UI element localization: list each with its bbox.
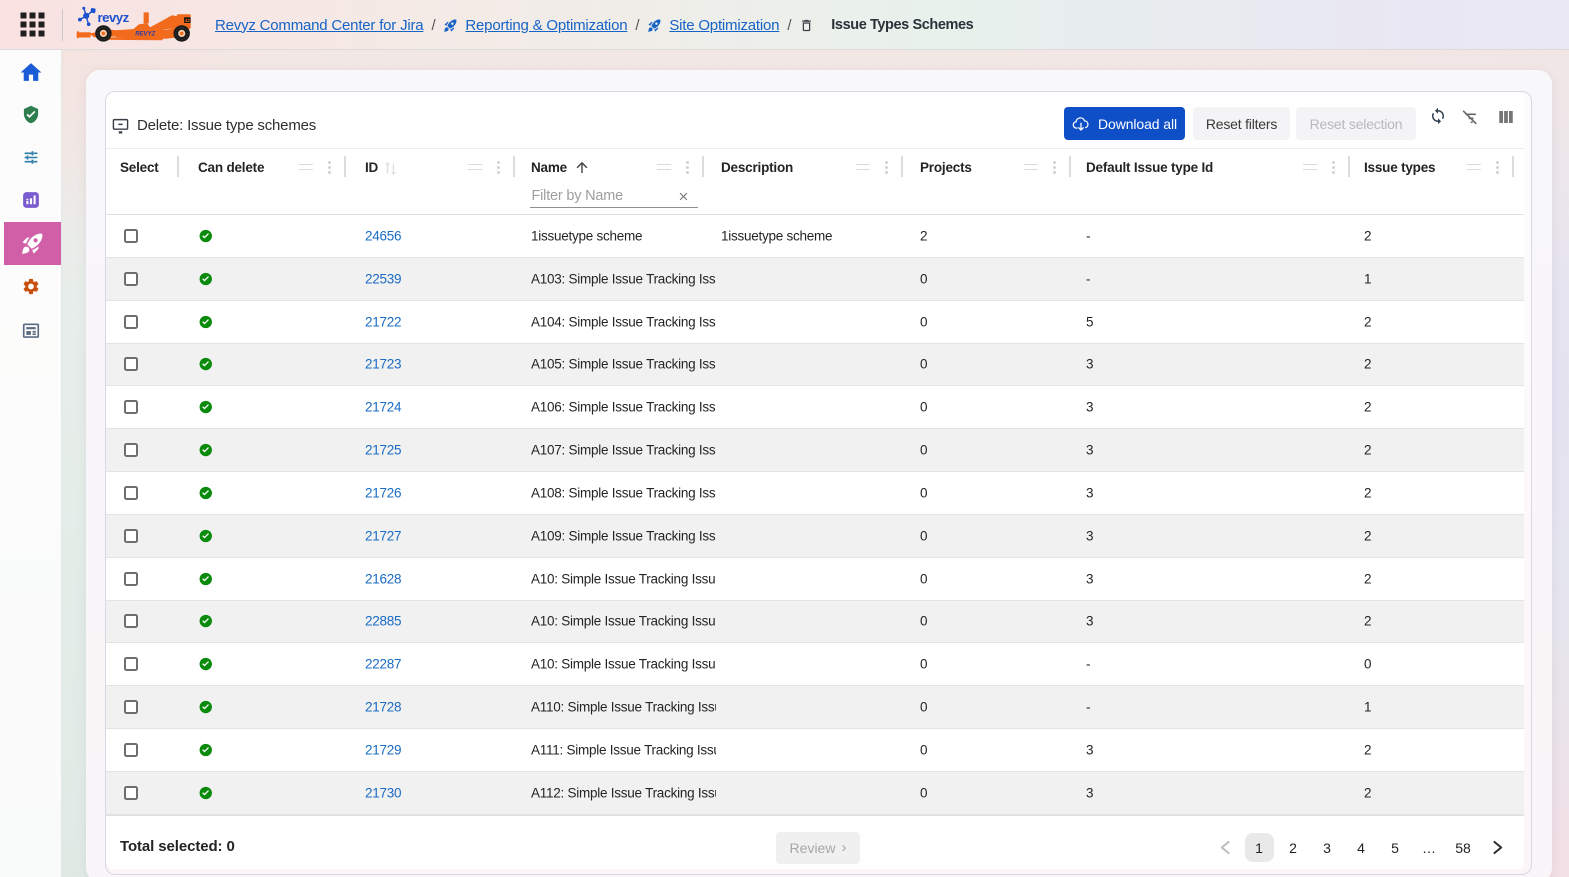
svg-text:REVYZ: REVYZ: [135, 32, 155, 38]
svg-text:42: 42: [185, 18, 191, 23]
svg-text:revyz: revyz: [98, 10, 130, 25]
